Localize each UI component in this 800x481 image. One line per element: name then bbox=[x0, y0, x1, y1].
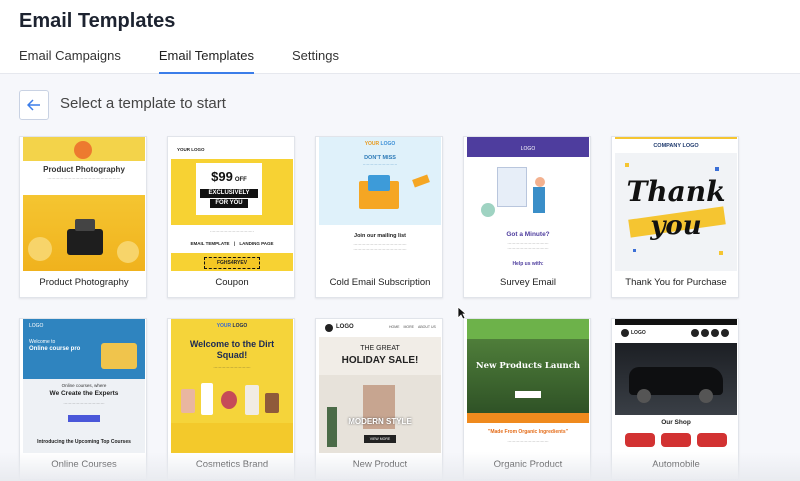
thumb-logo: LOGO bbox=[380, 141, 396, 147]
template-card-label: Organic Product bbox=[493, 459, 563, 470]
page-subtitle: Select a template to start bbox=[60, 95, 226, 112]
template-card-label: Survey Email bbox=[500, 277, 556, 288]
thumb-help: Help us with: bbox=[512, 261, 544, 267]
thumb-headline: New Products Launch bbox=[475, 361, 581, 371]
template-card-cosmetics-brand[interactable]: YOUR LOGO Welcome to the Dirt Squad! ···… bbox=[167, 318, 295, 480]
thumb-footer-right: LANDING PAGE bbox=[239, 241, 274, 246]
thumb-title: Product Photography bbox=[43, 165, 125, 174]
thumb-logo-your: YOUR bbox=[216, 323, 232, 329]
template-card-online-courses[interactable]: LOGO Welcome to Online course pro Online… bbox=[19, 318, 147, 480]
tab-bar: Email Campaigns Email Templates Settings bbox=[19, 47, 377, 74]
template-card-cold-email-subscription[interactable]: YOUR LOGO DON'T MISS ···················… bbox=[315, 136, 443, 298]
thumb-code: FGHS4RYEV bbox=[204, 257, 260, 269]
thumb-cta: Join our mailing list bbox=[354, 233, 406, 239]
template-card-thank-you-for-purchase[interactable]: COMPANY LOGO Thank you Thank You for Pur… bbox=[611, 136, 739, 298]
thumb-nav-more: MORE bbox=[403, 325, 415, 329]
thumb-shop: Our Shop bbox=[661, 419, 691, 426]
thumb-style: MODERN STYLE bbox=[348, 417, 412, 426]
tab-email-templates[interactable]: Email Templates bbox=[158, 47, 255, 74]
template-card-survey-email[interactable]: LOGO Got a Minute? ·····················… bbox=[463, 136, 591, 298]
template-thumbnail: LOGO Got a Minute? ·····················… bbox=[467, 137, 589, 271]
thumb-logo: LOGO bbox=[631, 330, 646, 336]
template-card-automobile[interactable]: LOGO Our Shop Automobile bbox=[611, 318, 739, 480]
thumb-logo: YOUR LOGO bbox=[177, 147, 205, 152]
thumb-price: $99 bbox=[211, 169, 233, 184]
thumb-nav-home: HOME bbox=[389, 325, 400, 329]
back-button[interactable] bbox=[19, 90, 49, 120]
thumb-logo-your: YOUR bbox=[364, 141, 380, 147]
template-thumbnail: COMPANY LOGO Thank you bbox=[615, 137, 737, 271]
thumb-button: VIEW MORE bbox=[364, 435, 396, 443]
thumb-logo: LOGO bbox=[520, 146, 536, 152]
template-card-label: Cold Email Subscription bbox=[329, 277, 431, 288]
tab-email-campaigns[interactable]: Email Campaigns bbox=[19, 47, 121, 74]
thumb-line2: HOLIDAY SALE! bbox=[341, 355, 419, 366]
template-thumbnail: YOUR LOGO Welcome to the Dirt Squad! ···… bbox=[171, 319, 293, 453]
thumb-footer-sep: | bbox=[233, 241, 236, 246]
thumb-you: you bbox=[650, 211, 702, 241]
thumb-logo: LOGO bbox=[232, 323, 248, 329]
thumb-headline: Welcome to the Dirt Squad! bbox=[189, 339, 275, 360]
tab-settings[interactable]: Settings bbox=[292, 47, 339, 74]
thumb-tagline: "Made From Organic Ingredients" bbox=[487, 429, 569, 435]
template-card-label: Thank You for Purchase bbox=[625, 277, 727, 288]
thumb-course: Online course pro bbox=[29, 346, 81, 352]
thumb-footer-left: EMAIL TEMPLATE bbox=[190, 241, 230, 246]
template-card-label: Coupon bbox=[215, 277, 249, 288]
thumb-thank: Thank bbox=[626, 175, 726, 208]
template-thumbnail: LOGO Our Shop bbox=[615, 319, 737, 453]
thumb-footer: Introducing the Upcoming Top Courses bbox=[37, 439, 131, 445]
template-thumbnail: YOUR LOGO DON'T MISS ···················… bbox=[319, 137, 441, 271]
template-card-label: Automobile bbox=[652, 459, 700, 470]
thumb-line2: FOR YOU bbox=[210, 199, 248, 208]
mouse-cursor-icon bbox=[457, 306, 467, 320]
thumb-headline: We Create the Experts bbox=[49, 390, 119, 397]
template-thumbnail: LOGO HOME MORE ABOUT US THE GREAT HOLIDAY … bbox=[319, 319, 441, 453]
template-card-label: Online Courses bbox=[51, 459, 117, 470]
thumb-nav-about: ABOUT US bbox=[418, 325, 436, 329]
template-card-label: New Product bbox=[352, 459, 408, 470]
thumb-line1: EXCLUSIVELY bbox=[200, 189, 258, 198]
page-title: Email Templates bbox=[19, 10, 176, 32]
template-card-coupon[interactable]: YOUR LOGO $99 OFF EXCLUSIVELY FOR YOU ···… bbox=[167, 136, 295, 298]
template-thumbnail: New Products Launch "Made From Organic I… bbox=[467, 319, 589, 453]
thumb-off: OFF bbox=[234, 177, 247, 183]
template-thumbnail: LOGO Welcome to Online course pro Online… bbox=[23, 319, 145, 453]
template-thumbnail: YOUR LOGO $99 OFF EXCLUSIVELY FOR YOU ···… bbox=[171, 137, 293, 271]
thumb-headline: Got a Minute? bbox=[506, 231, 550, 238]
template-card-label: Cosmetics Brand bbox=[195, 459, 269, 470]
app-header: Email Templates Email Campaigns Email Te… bbox=[0, 0, 800, 74]
thumb-line1: Online courses, where bbox=[61, 383, 107, 388]
template-card-organic-product[interactable]: New Products Launch "Made From Organic I… bbox=[463, 318, 591, 480]
template-card-new-product[interactable]: LOGO HOME MORE ABOUT US THE GREAT HOLIDAY … bbox=[315, 318, 443, 480]
thumb-welcome: Welcome to bbox=[29, 339, 56, 345]
thumb-line1: THE GREAT bbox=[360, 345, 400, 352]
template-thumbnail: Product Photography ····················… bbox=[23, 137, 145, 271]
thumb-logo: LOGO bbox=[336, 324, 354, 330]
arrow-left-icon bbox=[27, 99, 40, 111]
thumb-headline: DON'T MISS bbox=[364, 155, 396, 161]
template-card-label: Product Photography bbox=[39, 277, 129, 288]
thumb-company-logo: COMPANY LOGO bbox=[653, 143, 699, 149]
thumb-logo: LOGO bbox=[29, 323, 44, 329]
template-card-product-photography[interactable]: Product Photography ····················… bbox=[19, 136, 147, 298]
